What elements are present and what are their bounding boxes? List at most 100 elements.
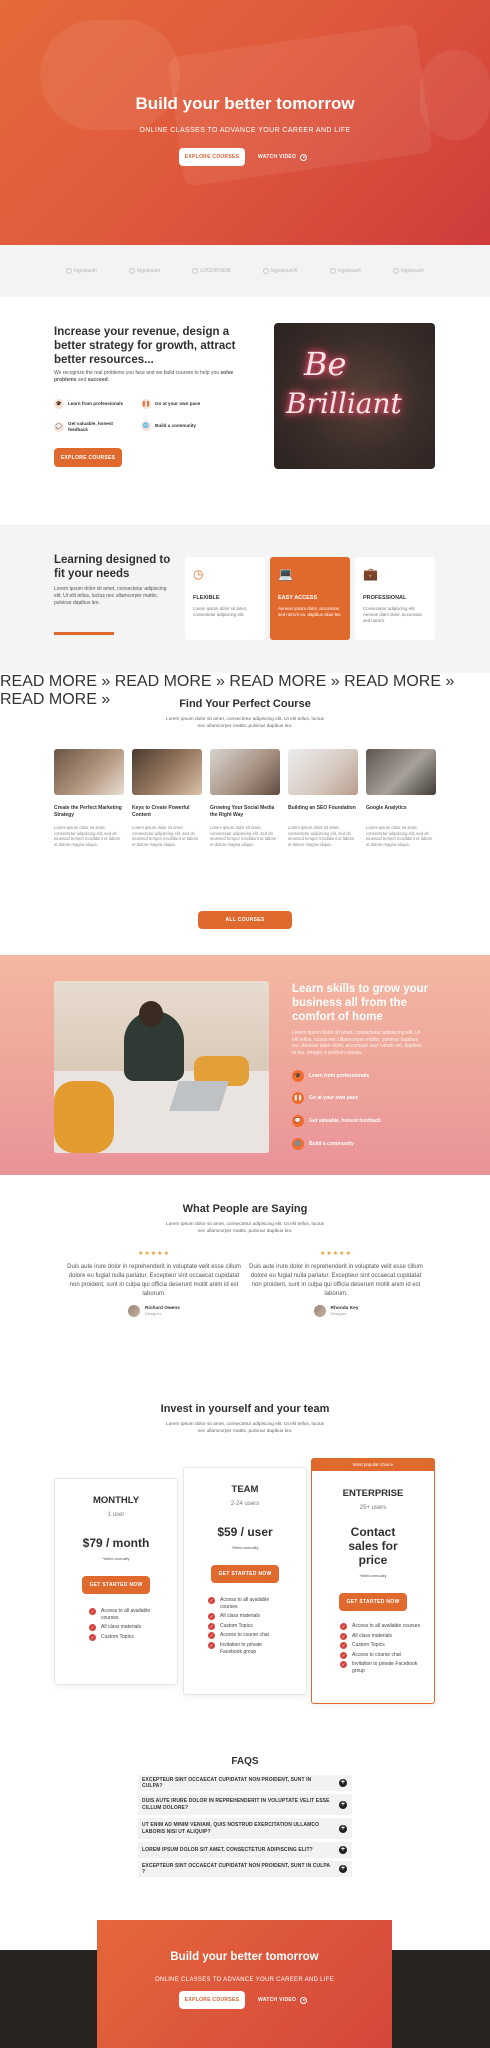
cta-box: Build your better tomorrow ONLINE CLASSE… xyxy=(97,1920,392,2048)
skill-feature: 🌐 Build a community xyxy=(292,1138,354,1150)
plan-feature: Invitation to private Facebook group xyxy=(340,1661,422,1674)
avatar xyxy=(313,1305,326,1317)
faq-item[interactable]: DUIS AUTE IRURE DOLOR IN REPREHENDERIT I… xyxy=(138,1794,352,1815)
all-courses-button[interactable]: ALL COURSES xyxy=(198,911,292,929)
skills-section: Learn skills to grow your business all f… xyxy=(0,955,490,1175)
clock-icon: ◷ xyxy=(193,567,204,581)
read-more-link[interactable]: READ MORE » xyxy=(115,673,225,690)
plan-feature: Access to all available courses xyxy=(340,1623,422,1630)
hero-subtitle: ONLINE CLASSES TO ADVANCE YOUR CAREER AN… xyxy=(139,127,351,134)
get-started-button[interactable]: GET STARTED NOW xyxy=(82,1576,150,1594)
plan-price: $59 / user xyxy=(217,1525,273,1539)
partner-logo-text: LOGOIPSUM xyxy=(200,268,231,274)
pause-icon: ❚❚ xyxy=(292,1092,304,1104)
get-started-button[interactable]: GET STARTED NOW xyxy=(339,1593,407,1611)
plan-feature: Custom Topics xyxy=(89,1633,151,1641)
orange-pillow xyxy=(54,1081,114,1153)
pricing-card-enterprise: Most popular choice ENTERPRISE 25+ users… xyxy=(311,1458,435,1704)
faq-item[interactable]: EXCEPTEUR SINT OCCAECAT CUPIDATAT NON PR… xyxy=(138,1861,352,1877)
plus-icon: + xyxy=(339,1824,347,1833)
about-text-end: . xyxy=(107,377,110,383)
feature-card: 💻 EASY ACCESS Aenean ipsum dolor, accums… xyxy=(270,557,350,640)
plan-features: Access to all available courses All clas… xyxy=(184,1597,306,1655)
explore-courses-button[interactable]: EXPLORE COURSES xyxy=(54,448,122,467)
course-title: Growing Your Social Media the Right Way xyxy=(210,805,275,818)
logo-strip: logoipsum logoipsum LOGOIPSUM logoipsum®… xyxy=(0,245,490,297)
plan-feature: Invitation to private Facebook group xyxy=(208,1641,280,1655)
read-more-link[interactable]: READ MORE » xyxy=(344,673,454,690)
testimonial-author: Rhonda Key Designer xyxy=(246,1305,426,1317)
pricing-card-team: TEAM 2-24 users $59 / user *billed annua… xyxy=(183,1467,307,1695)
logo-mark-icon xyxy=(329,268,336,274)
feature-label: Go at your own pace xyxy=(155,401,201,406)
skill-feature-label: Learn from professionals xyxy=(309,1073,370,1079)
skills-title: Learn skills to grow your business all f… xyxy=(292,983,429,1023)
partner-logo-text: logoipsum xyxy=(400,268,424,274)
course-card[interactable]: Create the Perfect Marketing Strategy Lo… xyxy=(54,749,124,847)
hero-section: Build your better tomorrow ONLINE CLASSE… xyxy=(0,0,490,245)
accent-bar xyxy=(54,632,114,635)
watch-video-button[interactable]: WATCH VIDEO xyxy=(258,1991,308,2009)
feature-label: Learn from professionals xyxy=(68,401,124,406)
faq-title: FAQS xyxy=(231,1756,259,1767)
chat-icon: 💬 xyxy=(54,422,64,432)
read-more-link[interactable]: READ MORE » xyxy=(229,673,339,690)
course-card[interactable]: Keys to Create Powerful Content Lorem ip… xyxy=(132,749,202,847)
testimonial-quote: Duis aute irure dolor in reprehenderit i… xyxy=(67,1264,241,1297)
plan-feature: All class materials xyxy=(208,1613,280,1620)
feature-label: Get valuable, honest feedback xyxy=(68,421,113,432)
plan-price: Contact sales for price xyxy=(348,1525,398,1567)
watch-video-button[interactable]: WATCH VIDEO xyxy=(258,148,308,166)
briefcase-icon: 💼 xyxy=(363,567,378,581)
course-card[interactable]: Google Analytics Lorem ipsum dolor sit a… xyxy=(366,749,436,847)
course-image xyxy=(288,749,358,795)
card-text: Aenean ipsum dolor, accumsan sed rutrum … xyxy=(278,606,342,617)
course-text: Lorem ipsum dolor sit amet, consectetur … xyxy=(210,825,277,847)
plan-feature: All class materials xyxy=(89,1624,151,1631)
card-title: FLEXIBLE xyxy=(193,595,220,601)
partner-logo-text: logoipsum xyxy=(337,268,361,274)
course-card[interactable]: Building an SEO Foundation Lorem ipsum d… xyxy=(288,749,358,847)
course-title: Create the Perfect Marketing Strategy xyxy=(54,805,122,818)
skill-feature-label: Build a community xyxy=(309,1141,354,1147)
plan-billing: *billed annually xyxy=(102,1556,130,1561)
plan-feature: Custom Topics xyxy=(340,1642,422,1649)
learning-text: Lorem ipsum dolor sit amet, consectetur … xyxy=(54,586,167,606)
partner-logo: logoipsum xyxy=(392,268,424,274)
logo-mark-icon xyxy=(129,268,136,274)
star-rating-icon: ★★★★★ xyxy=(320,1251,352,1257)
faq-question: EXCEPTEUR SINT OCCAECAT CUPIDATAT NON PR… xyxy=(142,1862,330,1876)
course-text: Lorem ipsum dolor sit amet, consectetur … xyxy=(54,825,121,847)
courses-section: Find Your Perfect Course Lorem ipsum dol… xyxy=(0,673,490,955)
course-text: Lorem ipsum dolor sit amet, consectetur … xyxy=(132,825,199,847)
faq-item[interactable]: UT ENIM AD MINIM VENIAM, QUIS NOSTRUD EX… xyxy=(138,1818,352,1839)
faq-item[interactable]: EXCEPTEUR SINT OCCAECAT CUPIDATAT NON PR… xyxy=(138,1775,352,1791)
about-text-start: We recognize the real problems you face … xyxy=(54,370,221,376)
skills-text: Lorem ipsum dolor sit amet, consectetur … xyxy=(292,1030,422,1056)
person-head xyxy=(139,1001,163,1027)
explore-courses-button[interactable]: EXPLORE COURSES xyxy=(179,1991,245,2009)
about-section: Increase your revenue, design a better s… xyxy=(0,297,490,525)
testimonial-card: ★★★★★ Duis aute irure dolor in reprehend… xyxy=(246,1250,426,1317)
partner-logo: LOGOIPSUM xyxy=(192,268,231,274)
faq-item[interactable]: LOREM IPSUM DOLOR SIT AMET, CONSECTETUR … xyxy=(138,1842,352,1858)
logo-mark-icon xyxy=(66,268,73,274)
plan-price: $79 / month xyxy=(82,1536,150,1550)
play-circle-icon xyxy=(300,1996,308,2004)
plan-feature: Access to all available courses xyxy=(208,1597,280,1610)
feature-item: 🌐 Build a community xyxy=(141,421,221,431)
course-title: Building an SEO Foundation xyxy=(288,805,356,811)
course-card[interactable]: Growing Your Social Media the Right Way … xyxy=(210,749,280,847)
read-more-link[interactable]: READ MORE » xyxy=(0,673,110,690)
pricing-section: Invest in yourself and your team Lorem i… xyxy=(0,1375,490,1740)
partner-logo: logoipsum xyxy=(66,268,97,274)
partner-logo-text: logoipsum xyxy=(137,268,161,274)
testimonial-card: ★★★★★ Duis aute irure dolor in reprehend… xyxy=(64,1250,244,1317)
get-started-button[interactable]: GET STARTED NOW xyxy=(211,1565,279,1583)
card-title: EASY ACCESS xyxy=(278,595,318,601)
explore-courses-button[interactable]: EXPLORE COURSES xyxy=(179,148,245,166)
course-image xyxy=(210,749,280,795)
testimonials-text: Lorem ipsum dolor sit amet, consectetur … xyxy=(165,1222,325,1234)
plan-feature: Access to course chat xyxy=(208,1632,280,1639)
faq-question: UT ENIM AD MINIM VENIAM, QUIS NOSTRUD EX… xyxy=(142,1822,320,1835)
